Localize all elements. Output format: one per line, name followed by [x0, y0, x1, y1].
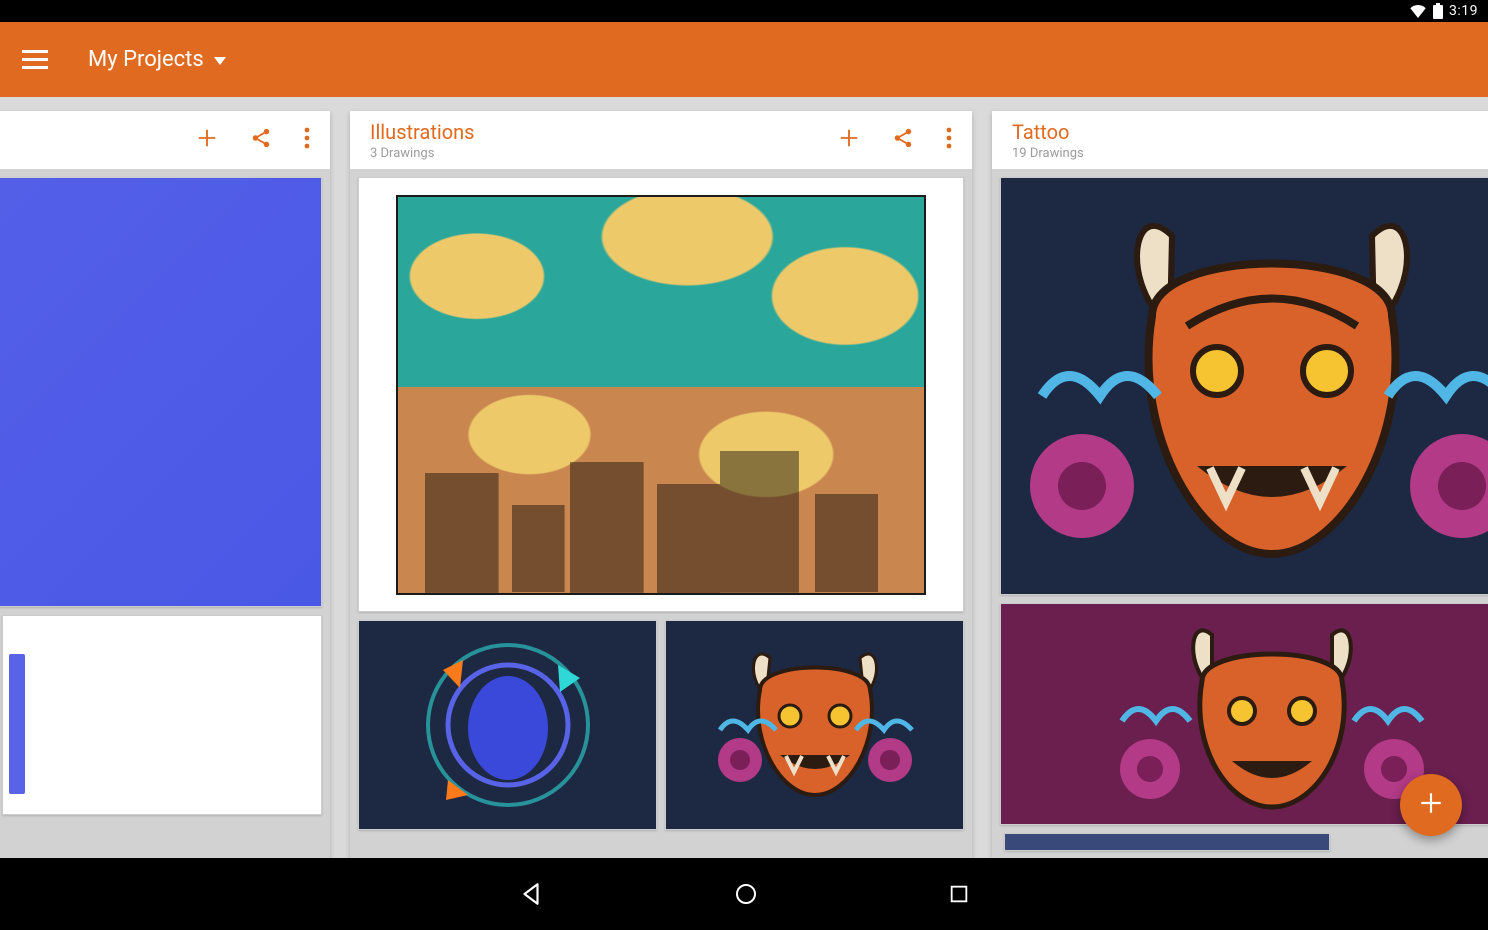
project-subtitle: 3 Drawings: [370, 146, 838, 161]
add-icon[interactable]: [196, 127, 218, 153]
project-card[interactable]: [0, 111, 330, 858]
drawing-thumbnail[interactable]: [1000, 177, 1488, 595]
status-time: 3:19: [1449, 3, 1478, 19]
project-header: Illustrations 3 Drawings: [350, 111, 972, 169]
hamburger-icon[interactable]: [22, 50, 48, 70]
new-drawing-fab[interactable]: [1400, 774, 1462, 836]
wifi-icon: [1409, 4, 1427, 18]
add-icon: [1418, 790, 1444, 820]
drawing-thumbnail[interactable]: [2, 615, 322, 815]
add-icon[interactable]: [838, 127, 860, 153]
battery-icon: [1433, 3, 1443, 19]
drawing-thumbnail[interactable]: [358, 177, 964, 612]
drawing-thumbnail[interactable]: [1004, 833, 1330, 851]
more-vert-icon[interactable]: [946, 127, 952, 153]
projects-dropdown[interactable]: My Projects: [88, 47, 226, 72]
share-icon[interactable]: [250, 127, 272, 153]
nav-recent-icon[interactable]: [948, 883, 970, 905]
project-card[interactable]: Tattoo 19 Drawings: [992, 111, 1488, 858]
project-subtitle: 19 Drawings: [1012, 146, 1488, 161]
app-bar: My Projects: [0, 22, 1488, 97]
drawing-thumbnail[interactable]: [665, 620, 964, 830]
project-header: [0, 111, 330, 169]
project-title: Illustrations: [370, 120, 838, 144]
nav-home-icon[interactable]: [734, 882, 758, 906]
more-vert-icon[interactable]: [304, 127, 310, 153]
projects-stage[interactable]: Illustrations 3 Drawings: [0, 97, 1488, 858]
project-title: Tattoo: [1012, 120, 1488, 144]
share-icon[interactable]: [892, 127, 914, 153]
nav-back-icon[interactable]: [518, 881, 544, 907]
project-header: Tattoo 19 Drawings: [992, 111, 1488, 169]
drawing-thumbnail[interactable]: [358, 620, 657, 830]
app-title: My Projects: [88, 47, 204, 72]
drawing-thumbnail[interactable]: [0, 177, 322, 607]
android-nav-bar: [0, 858, 1488, 930]
projects-scroller: Illustrations 3 Drawings: [0, 111, 1488, 858]
android-status-bar: 3:19: [0, 0, 1488, 22]
project-card[interactable]: Illustrations 3 Drawings: [350, 111, 972, 858]
chevron-down-icon: [214, 50, 226, 69]
